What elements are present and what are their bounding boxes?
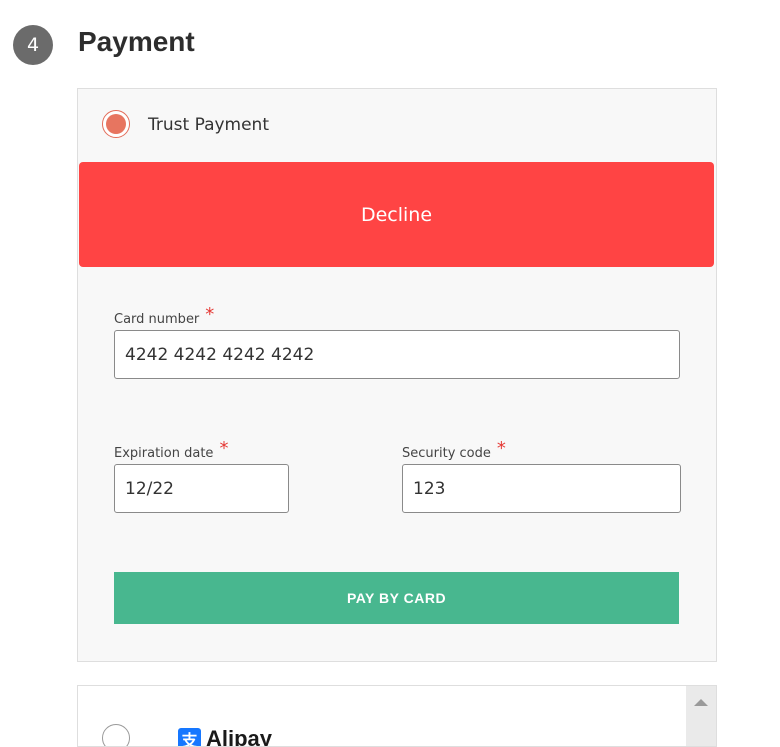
expiration-date-label: Expiration date * xyxy=(114,441,228,462)
trust-payment-radio[interactable] xyxy=(102,110,130,138)
radio-selected-dot xyxy=(106,114,126,134)
page-title: Payment xyxy=(78,26,195,58)
alipay-logo-icon: 支 xyxy=(178,728,201,747)
expiration-date-label-text: Expiration date xyxy=(114,446,213,461)
required-marker: * xyxy=(205,304,214,325)
security-code-input[interactable]: 123 xyxy=(402,464,681,513)
alipay-radio[interactable] xyxy=(102,724,130,747)
security-code-label-text: Security code xyxy=(402,446,491,461)
trust-payment-label[interactable]: Trust Payment xyxy=(148,115,269,135)
pay-by-card-button[interactable]: PAY BY CARD xyxy=(114,572,679,624)
card-number-label-text: Card number xyxy=(114,312,199,327)
scroll-up-icon[interactable] xyxy=(694,699,708,706)
card-number-label: Card number * xyxy=(114,307,214,328)
security-code-label: Security code * xyxy=(402,441,506,462)
trust-payment-panel: Trust Payment Decline Card number * 4242 … xyxy=(77,88,717,662)
required-marker: * xyxy=(219,438,228,459)
decline-status-banner: Decline xyxy=(79,162,714,267)
card-number-input[interactable]: 4242 4242 4242 4242 xyxy=(114,330,680,379)
required-marker: * xyxy=(497,438,506,459)
step-number-badge: 4 xyxy=(13,25,53,65)
scrollbar[interactable] xyxy=(686,686,716,746)
alipay-panel: 支 Alipay xyxy=(77,685,717,747)
expiration-date-input[interactable]: 12/22 xyxy=(114,464,289,513)
